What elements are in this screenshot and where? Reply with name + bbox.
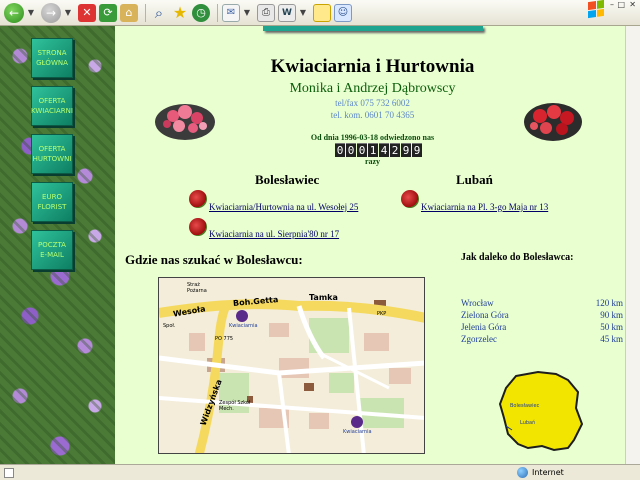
- counter-digit: 2: [390, 143, 400, 157]
- edit-dropdown-icon[interactable]: ▼: [299, 3, 307, 23]
- distance-row: Jelenia Góra 50 km: [461, 322, 623, 332]
- distance-km: 90 km: [600, 310, 623, 320]
- nav-button-email[interactable]: POCZTA E-MAIL: [31, 230, 73, 270]
- sidebar: STRONA GŁÓWNA OFERTA KWIACIARNI OFERTA H…: [0, 26, 115, 464]
- visit-counter-label: Od dnia 1996-03-18 odwiedzono nas: [310, 133, 435, 142]
- favorites-icon[interactable]: ★: [171, 3, 189, 22]
- security-zone-label: Internet: [532, 468, 564, 477]
- owners-name: Monika i Andrzej Dąbrowscy: [289, 81, 456, 96]
- forward-icon[interactable]: →: [41, 2, 61, 23]
- city-heading-luban: Lubań: [456, 172, 493, 187]
- browser-toolbar: ← ▼ → ▼ ✕ ⟳ ⌂ ⌕ ★ ◷ ✉ ▼ ⎙ W ▼ ☺ – □ ✕: [0, 0, 640, 26]
- distance-city: Jelenia Góra: [461, 322, 507, 332]
- link-shop-wesola[interactable]: Kwiaciarnia/Hurtownia na ul. Wesołej 25: [209, 202, 358, 212]
- rose-icon: [189, 218, 207, 236]
- distance-km: 120 km: [595, 298, 623, 308]
- nav-button-wholesale-offer[interactable]: OFERTA HURTOWNI: [31, 134, 73, 174]
- map-heading: Gdzie nas szukać w Bolesławcu:: [125, 252, 303, 267]
- rose-icon: [401, 190, 419, 208]
- link-shop-luban[interactable]: Kwiaciarnia na Pl. 3-go Maja nr 13: [421, 202, 548, 212]
- word-icon[interactable]: W: [278, 3, 296, 22]
- page-icon: [4, 467, 14, 478]
- back-icon[interactable]: ←: [4, 2, 24, 23]
- poland-label-boleslawiec: Bolesławiec: [510, 403, 540, 409]
- map-label-street: Tamka: [309, 293, 338, 302]
- mail-dropdown-icon[interactable]: ▼: [243, 3, 251, 23]
- poland-map: Bolesławiec Lubań: [498, 368, 584, 454]
- nav-button-euro-florist[interactable]: EURO FLORIST: [31, 182, 73, 222]
- back-dropdown-icon[interactable]: ▼: [27, 3, 35, 23]
- distance-row: Wrocław 120 km: [461, 298, 623, 308]
- nav-button-flower-shop-offer[interactable]: OFERTA KWIACIARNI: [31, 86, 73, 126]
- messenger-icon[interactable]: ☺: [334, 3, 352, 22]
- city-map[interactable]: Boh.Getta Tamka Wesoła Widzyńska Straż P…: [158, 277, 425, 454]
- toolbar-separator: [145, 3, 146, 22]
- map-label-area: PO 775: [215, 336, 234, 342]
- counter-digit: 9: [412, 143, 422, 157]
- distance-city: Zgorzelec: [461, 334, 497, 344]
- visit-counter-suffix: razy: [364, 157, 381, 166]
- home-icon[interactable]: ⌂: [120, 3, 138, 22]
- counter-digit: 0: [357, 143, 367, 157]
- mail-icon[interactable]: ✉: [222, 3, 240, 22]
- main-content: Kwiaciarnia i Hurtownia Monika i Andrzej…: [115, 26, 625, 464]
- counter-digit: 4: [379, 143, 389, 157]
- header-bar: [263, 26, 483, 31]
- distance-city: Zielona Góra: [461, 310, 509, 320]
- forward-dropdown-icon[interactable]: ▼: [64, 3, 72, 23]
- toolbar-separator: [217, 3, 218, 22]
- close-icon[interactable]: ✕: [629, 0, 636, 9]
- map-label-area: Społ.: [163, 323, 176, 329]
- restore-icon[interactable]: □: [617, 0, 625, 9]
- counter-digit: 9: [401, 143, 411, 157]
- distance-city: Wrocław: [461, 298, 494, 308]
- refresh-icon[interactable]: ⟳: [99, 3, 117, 22]
- visit-counter: 0 0 0 1 4 2 9 9: [335, 143, 423, 157]
- stop-icon[interactable]: ✕: [78, 3, 96, 22]
- counter-digit: 0: [335, 143, 345, 157]
- map-label-area: PKP: [377, 311, 387, 317]
- poland-outline-graphic: [498, 370, 584, 452]
- map-label-area: Zespół Szkół Mech.: [219, 400, 251, 412]
- distance-row: Zielona Góra 90 km: [461, 310, 623, 320]
- distance-row: Zgorzelec 45 km: [461, 334, 623, 344]
- page-title: Kwiaciarnia i Hurtownia: [270, 56, 475, 77]
- minimize-icon[interactable]: –: [610, 0, 614, 9]
- print-icon[interactable]: ⎙: [257, 3, 275, 22]
- nav-button-home[interactable]: STRONA GŁÓWNA: [31, 38, 73, 78]
- status-bar: Internet: [0, 464, 640, 480]
- distance-km: 45 km: [600, 334, 623, 344]
- map-shop-label: Kwiaciarnia: [343, 429, 372, 435]
- counter-digit: 0: [346, 143, 356, 157]
- city-heading-boleslawiec: Bolesławiec: [255, 172, 320, 187]
- rose-icon: [189, 190, 207, 208]
- map-label-area: Straż Pożarna: [187, 282, 207, 294]
- internet-zone-icon: [517, 467, 528, 478]
- windows-logo-icon: [588, 0, 604, 19]
- link-shop-sierpnia[interactable]: Kwiaciarnia na ul. Sierpnia'80 nr 17: [209, 229, 339, 239]
- map-shop-label: Kwiaciarnia: [229, 323, 258, 329]
- vertical-scrollbar[interactable]: [625, 26, 640, 464]
- distance-heading: Jak daleko do Bolesławca:: [461, 252, 574, 263]
- discuss-icon[interactable]: [313, 3, 331, 22]
- search-icon[interactable]: ⌕: [150, 4, 168, 22]
- poland-label-luban: Lubań: [520, 420, 536, 426]
- counter-digit: 1: [368, 143, 378, 157]
- history-icon[interactable]: ◷: [192, 3, 210, 22]
- distance-km: 50 km: [600, 322, 623, 332]
